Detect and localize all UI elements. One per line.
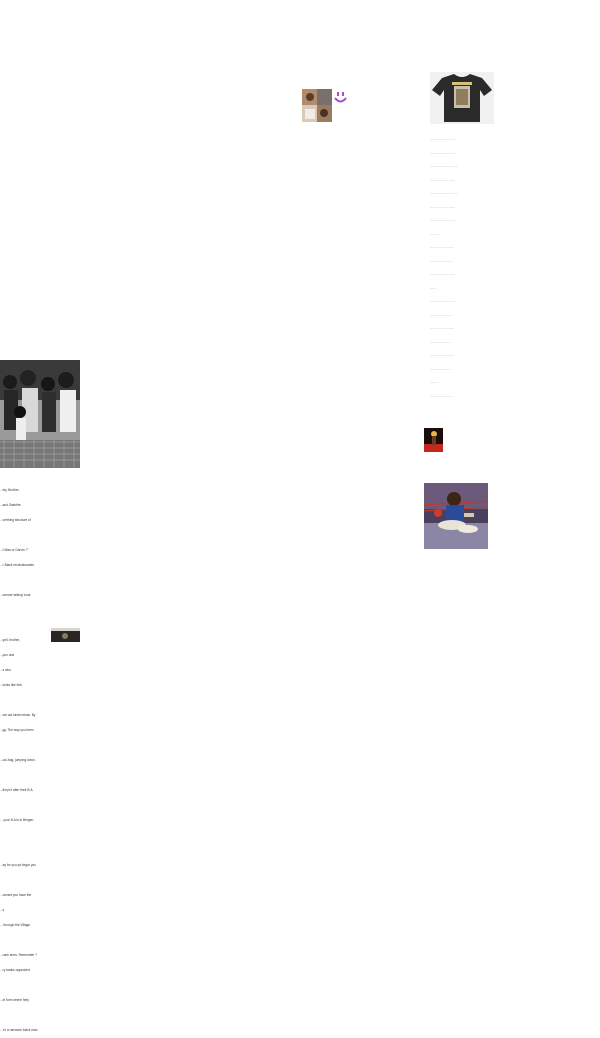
quote-line: ...yell, brother, bbox=[0, 638, 21, 642]
crowd-photo-icon bbox=[0, 360, 80, 468]
tshirt-description-line: ........... bbox=[430, 231, 440, 236]
quote-gap bbox=[0, 848, 42, 853]
tshirt-description-line: ....... bbox=[430, 285, 436, 290]
quote-line: ... through the Village bbox=[0, 923, 31, 927]
tshirt-description-line: ........................... bbox=[430, 258, 453, 263]
quote-gap bbox=[0, 773, 42, 778]
quote-gap bbox=[0, 743, 42, 748]
quote-line: ...they're after their B.A. bbox=[0, 788, 34, 792]
tshirt-description-line: ............................. bbox=[430, 326, 455, 330]
quote-gap bbox=[0, 878, 42, 883]
quote-line: ...r Black revolutionaries bbox=[0, 563, 35, 567]
smiley-face-icon[interactable] bbox=[334, 91, 348, 105]
protest-photo[interactable] bbox=[0, 360, 80, 468]
tshirt-description-line: .............................. bbox=[430, 177, 456, 182]
tshirt-description-line: ................................ bbox=[430, 218, 457, 222]
tshirt-description-line: .............................. bbox=[430, 204, 456, 209]
quote-line: ...ry banks organized. bbox=[0, 968, 31, 972]
tshirt-description: ................................ .......… bbox=[430, 128, 466, 403]
quote-gap bbox=[0, 623, 42, 628]
quote-line: ...gy. The way you been bbox=[0, 728, 34, 732]
tshirt-description-line: ................................. bbox=[430, 191, 458, 195]
dark-photo-icon bbox=[51, 628, 80, 642]
quote-line: ...verthing structure of bbox=[0, 518, 31, 522]
quote-gap bbox=[0, 533, 42, 538]
tshirt-description-line: ............................... bbox=[430, 299, 456, 303]
stage-photo-icon bbox=[424, 428, 443, 452]
collage-photo-icon bbox=[302, 89, 332, 122]
quote-line: ...pun and bbox=[0, 653, 15, 657]
tshirt-description-line: .......................... bbox=[430, 312, 452, 317]
quote-line: ...owned you have the bbox=[0, 893, 32, 897]
quote-line: ... your B.A is in Bergen. bbox=[0, 818, 35, 822]
quote-gap bbox=[0, 1013, 42, 1018]
tshirt-description-line: ............................ bbox=[430, 353, 454, 357]
quote-line: ...looks like fork bbox=[0, 683, 22, 687]
quote-gap bbox=[0, 578, 42, 583]
collage-thumbnail[interactable] bbox=[302, 89, 332, 122]
quote-line: ...ool-bag, jumping down. bbox=[0, 758, 36, 762]
quote-line: ...ay for you ya forgot you bbox=[0, 863, 36, 867]
quote-gap bbox=[0, 698, 42, 703]
tshirt-description-line: ............................... bbox=[430, 150, 456, 155]
quote-gap bbox=[0, 938, 42, 943]
quote-line: ...rank arms. Remember ? bbox=[0, 953, 38, 957]
concert-photo[interactable] bbox=[424, 428, 443, 452]
corner-photo[interactable] bbox=[51, 628, 80, 642]
quote-line: ...s bbox=[0, 908, 5, 912]
quote-line: ...'re a ransome black man. bbox=[0, 1028, 39, 1032]
tshirt-description-line: .............................. bbox=[430, 272, 456, 276]
tshirt-description-line: .......... bbox=[430, 380, 439, 384]
tshirt-description-line: ................................ bbox=[430, 137, 457, 141]
tshirt-photo[interactable] bbox=[430, 72, 494, 124]
tshirt-description-line: ......................... bbox=[430, 339, 451, 344]
boxing-photo[interactable] bbox=[424, 483, 488, 549]
quote-gap bbox=[0, 608, 42, 613]
quote-gap bbox=[0, 803, 42, 808]
quote-line: ...s who bbox=[0, 668, 11, 672]
quote-text: ...ely, Brother, ...and Sashthe. ...vert… bbox=[0, 478, 42, 1038]
t-shirt-icon bbox=[430, 72, 494, 124]
quote-line: ...le form where hefy bbox=[0, 998, 29, 1002]
tshirt-description-line: ............................ bbox=[430, 245, 454, 249]
tshirt-description-line: ......................... bbox=[430, 366, 451, 371]
quote-gap bbox=[0, 983, 42, 988]
quote-line: ...ont act kinda mixas. By bbox=[0, 713, 36, 717]
quote-gap bbox=[0, 833, 42, 838]
quote-line: ...ely, Brother, bbox=[0, 488, 20, 492]
tshirt-description-line: .................................. bbox=[430, 164, 459, 168]
quote-line: ...t Was or Garvin ?" bbox=[0, 548, 29, 552]
quote-line: ...and Sashthe. bbox=[0, 503, 22, 507]
quote-line: ...ommer talking 'bout bbox=[0, 593, 31, 597]
boxer-photo-icon bbox=[424, 483, 488, 549]
tshirt-description-line: ........................... bbox=[430, 393, 453, 398]
